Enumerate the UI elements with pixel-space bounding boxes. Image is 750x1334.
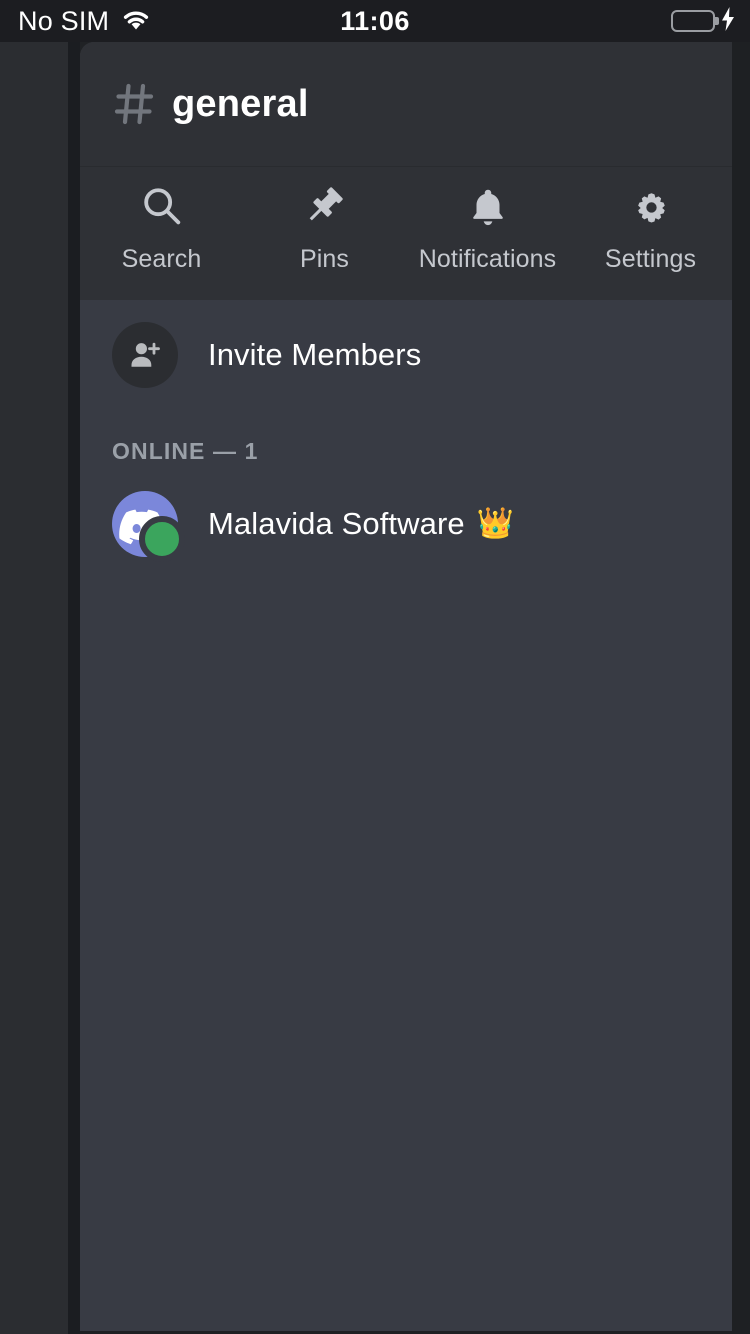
gear-icon	[627, 183, 675, 231]
member-list-body: Invite Members ONLINE — 1 Malavida Softw…	[80, 300, 732, 1334]
action-search[interactable]: Search	[80, 183, 243, 274]
app-screen: general Search Pins Notifications Settin…	[0, 0, 750, 1334]
bell-icon	[464, 183, 512, 231]
status-bar-right	[671, 0, 736, 42]
status-bar: No SIM 11:06	[0, 0, 750, 42]
action-notifications[interactable]: Notifications	[406, 183, 569, 274]
status-bar-time: 11:06	[340, 5, 410, 36]
avatar	[112, 491, 185, 562]
battery-cap	[715, 17, 719, 25]
status-badge	[139, 516, 185, 562]
background-channel-list	[0, 42, 68, 1334]
member-name-row: Malavida Software 👑	[208, 506, 514, 542]
lightning-bolt-icon	[720, 6, 736, 37]
search-icon	[138, 183, 186, 231]
action-pins[interactable]: Pins	[243, 183, 406, 274]
online-section-header: ONLINE — 1	[112, 438, 259, 464]
page-title: general	[172, 82, 309, 125]
member-drawer-panel: general Search Pins Notifications Settin…	[80, 42, 732, 1334]
action-search-label: Search	[121, 245, 202, 273]
list-item[interactable]: Malavida Software 👑	[80, 481, 732, 567]
member-name: Malavida Software	[208, 506, 465, 541]
action-settings[interactable]: Settings	[569, 183, 732, 274]
action-notifications-label: Notifications	[418, 245, 557, 273]
pin-icon	[301, 183, 349, 231]
hash-icon	[112, 81, 158, 127]
action-pins-label: Pins	[299, 245, 350, 273]
invite-members-row[interactable]: Invite Members	[80, 300, 732, 410]
person-add-icon	[112, 322, 178, 388]
battery-icon	[671, 10, 719, 32]
drawer-gap	[68, 42, 80, 1334]
channel-action-row: Search Pins Notifications Settings	[80, 167, 732, 300]
action-settings-label: Settings	[604, 245, 697, 273]
invite-members-label: Invite Members	[208, 337, 422, 372]
crown-icon: 👑	[476, 507, 515, 540]
channel-header: general	[80, 42, 732, 167]
drawer-right-edge	[732, 42, 750, 1334]
